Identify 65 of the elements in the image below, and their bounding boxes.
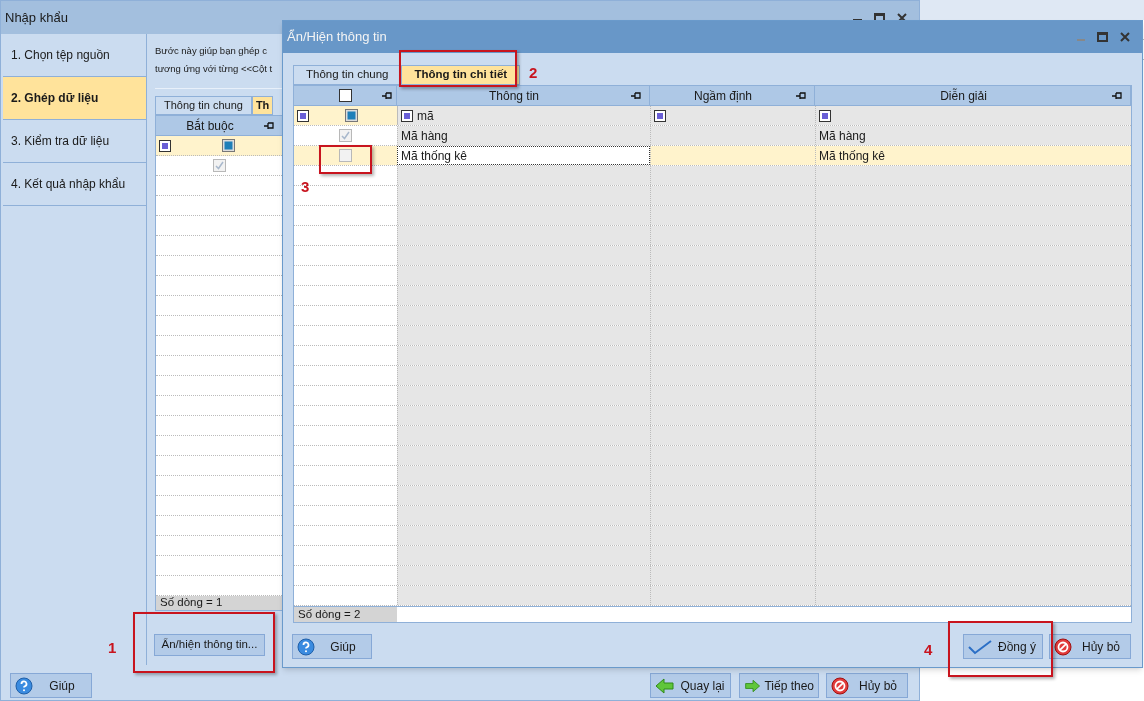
tab[interactable]: Thông tin chung xyxy=(293,65,402,85)
table-row[interactable]: Mã hàng Mã hàng xyxy=(294,126,1131,146)
row-count: Số dòng = 1 xyxy=(160,595,223,611)
cancel-button[interactable]: Hủy bỏ xyxy=(1049,634,1131,659)
window-title: Nhập khẩu xyxy=(5,8,68,27)
pin-icon xyxy=(382,92,392,100)
step-item[interactable]: 3. Kiểm tra dữ liệu xyxy=(3,120,146,163)
pin-icon xyxy=(631,91,641,100)
filter-icon xyxy=(401,109,413,122)
table-cell: Mã thống kê xyxy=(815,146,1131,165)
show-hide-button[interactable]: Ẩn/hiện thông tin... xyxy=(154,634,265,656)
filter-text[interactable]: mã xyxy=(417,106,434,125)
cancel-icon xyxy=(1054,637,1072,656)
column-header[interactable]: Diễn giải xyxy=(815,86,1112,105)
description-text: Bước này giúp bạn ghép c xyxy=(155,45,267,56)
cancel-icon xyxy=(831,676,849,695)
left-arrow-icon xyxy=(655,676,675,695)
column-header[interactable]: Thông tin xyxy=(397,86,631,105)
next-button[interactable]: Tiếp theo xyxy=(739,673,819,698)
checkbox[interactable] xyxy=(212,159,226,172)
back-button[interactable]: Quay lại xyxy=(650,673,731,698)
filter-icon xyxy=(159,139,171,152)
filter-cell[interactable] xyxy=(815,106,1131,125)
step-number: 4 xyxy=(924,640,933,660)
dialog-title: Ẩn/Hiện thông tin xyxy=(287,28,387,47)
cancel-button[interactable]: Hủy bỏ xyxy=(826,673,908,698)
pin-icon xyxy=(1112,91,1122,100)
step-number: 2 xyxy=(529,63,538,83)
close-icon[interactable] xyxy=(897,12,907,23)
checkbox[interactable] xyxy=(339,149,352,162)
pin-icon xyxy=(264,121,274,130)
tab[interactable]: Th xyxy=(251,96,274,115)
row-count: Số dòng = 2 xyxy=(298,606,361,622)
tab[interactable]: Thông tin chung xyxy=(155,96,252,115)
filter-cell[interactable] xyxy=(294,106,397,125)
table-cell: Mã hàng xyxy=(815,126,1131,145)
select-all-icon xyxy=(345,109,358,122)
filter-icon xyxy=(297,109,309,122)
description-text: tương ứng với từng <<Cột t xyxy=(155,63,273,74)
filter-icon xyxy=(819,109,831,122)
pin-icon xyxy=(796,91,806,100)
select-all-icon xyxy=(221,139,235,152)
filter-cell[interactable]: mã xyxy=(397,106,650,125)
highlight-frame xyxy=(319,145,372,174)
help-icon xyxy=(297,637,315,656)
step-number: 3 xyxy=(301,177,310,197)
checkbox[interactable] xyxy=(338,89,352,102)
column-header[interactable]: Ngầm định xyxy=(650,86,796,105)
table-cell[interactable]: Mã thống kê xyxy=(397,146,650,165)
step-item[interactable]: 4. Kết quả nhập khẩu xyxy=(3,163,146,206)
help-icon xyxy=(15,676,33,695)
filter-cell[interactable] xyxy=(650,106,815,125)
ok-button[interactable]: Đồng ý xyxy=(963,634,1043,659)
table-row[interactable]: Mã thống kê Mã thống kê xyxy=(294,146,1131,166)
table-cell[interactable]: Mã hàng xyxy=(397,126,650,145)
help-button[interactable]: Giúp xyxy=(292,634,372,659)
step-number: 1 xyxy=(108,638,117,658)
tab[interactable]: Thông tin chi tiết xyxy=(401,65,521,85)
close-icon[interactable] xyxy=(1120,32,1130,42)
checkmark-icon xyxy=(968,638,992,655)
step-item[interactable]: 2. Ghép dữ liệu xyxy=(3,77,146,120)
help-button[interactable]: Giúp xyxy=(10,673,92,698)
maximize-icon[interactable] xyxy=(1097,32,1108,42)
checkbox[interactable] xyxy=(339,129,352,142)
filter-icon xyxy=(654,109,666,122)
